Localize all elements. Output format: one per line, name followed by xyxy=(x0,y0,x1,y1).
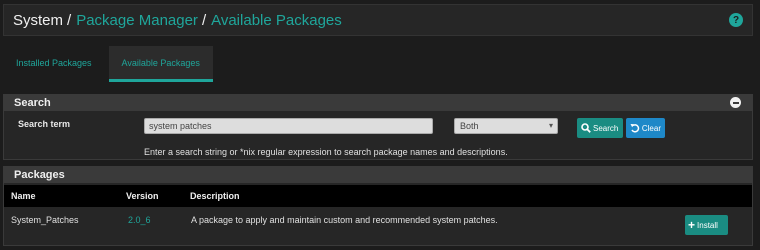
help-icon[interactable]: ? xyxy=(729,13,743,27)
breadcrumb-separator: / xyxy=(201,11,207,29)
search-button-label: Search xyxy=(593,123,619,133)
column-header-version: Version xyxy=(126,191,159,201)
table-header: Name Version Description xyxy=(4,185,752,207)
breadcrumb-available-packages[interactable]: Available Packages xyxy=(211,12,342,29)
clear-button[interactable]: Clear xyxy=(626,118,665,138)
packages-panel-heading: Packages xyxy=(4,167,752,183)
search-panel-title: Search xyxy=(14,97,51,109)
table-row: System_Patches 2.0_6 A package to apply … xyxy=(4,207,752,243)
search-input[interactable] xyxy=(144,118,433,134)
search-help-text: Enter a search string or *nix regular ex… xyxy=(144,147,508,157)
tab-bar: Installed Packages Available Packages xyxy=(3,46,753,84)
package-description: A package to apply and maintain custom a… xyxy=(191,215,498,225)
packages-panel: Packages Name Version Description System… xyxy=(3,166,753,246)
breadcrumb: System / Package Manager / Available Pac… xyxy=(3,4,753,36)
install-button[interactable]: + Install xyxy=(685,215,728,235)
breadcrumb-root: System xyxy=(13,11,64,29)
tab-installed-packages[interactable]: Installed Packages xyxy=(3,46,105,80)
breadcrumb-separator: / xyxy=(67,11,72,29)
search-panel-heading: Search xyxy=(4,95,752,111)
search-scope-value: Both xyxy=(460,121,479,131)
column-header-description: Description xyxy=(190,191,240,201)
clear-button-label: Clear xyxy=(641,123,661,133)
search-term-label: Search term xyxy=(18,119,71,129)
search-panel: Search Search term Both ▾ Search Clear E… xyxy=(3,94,753,160)
breadcrumb-package-manager[interactable]: Package Manager xyxy=(76,12,198,29)
chevron-down-icon: ▾ xyxy=(548,121,553,130)
undo-icon xyxy=(630,124,640,133)
packages-panel-title: Packages xyxy=(14,169,65,181)
column-header-name: Name xyxy=(11,191,36,201)
package-version-link[interactable]: 2.0_6 xyxy=(128,215,151,225)
search-icon xyxy=(581,123,591,133)
install-button-label: Install xyxy=(697,220,718,230)
search-scope-select[interactable]: Both ▾ xyxy=(454,118,558,134)
search-button[interactable]: Search xyxy=(577,118,623,138)
tab-available-packages[interactable]: Available Packages xyxy=(108,46,213,82)
plus-icon: + xyxy=(688,218,696,232)
package-name: System_Patches xyxy=(11,215,79,225)
collapse-icon[interactable] xyxy=(730,97,741,108)
